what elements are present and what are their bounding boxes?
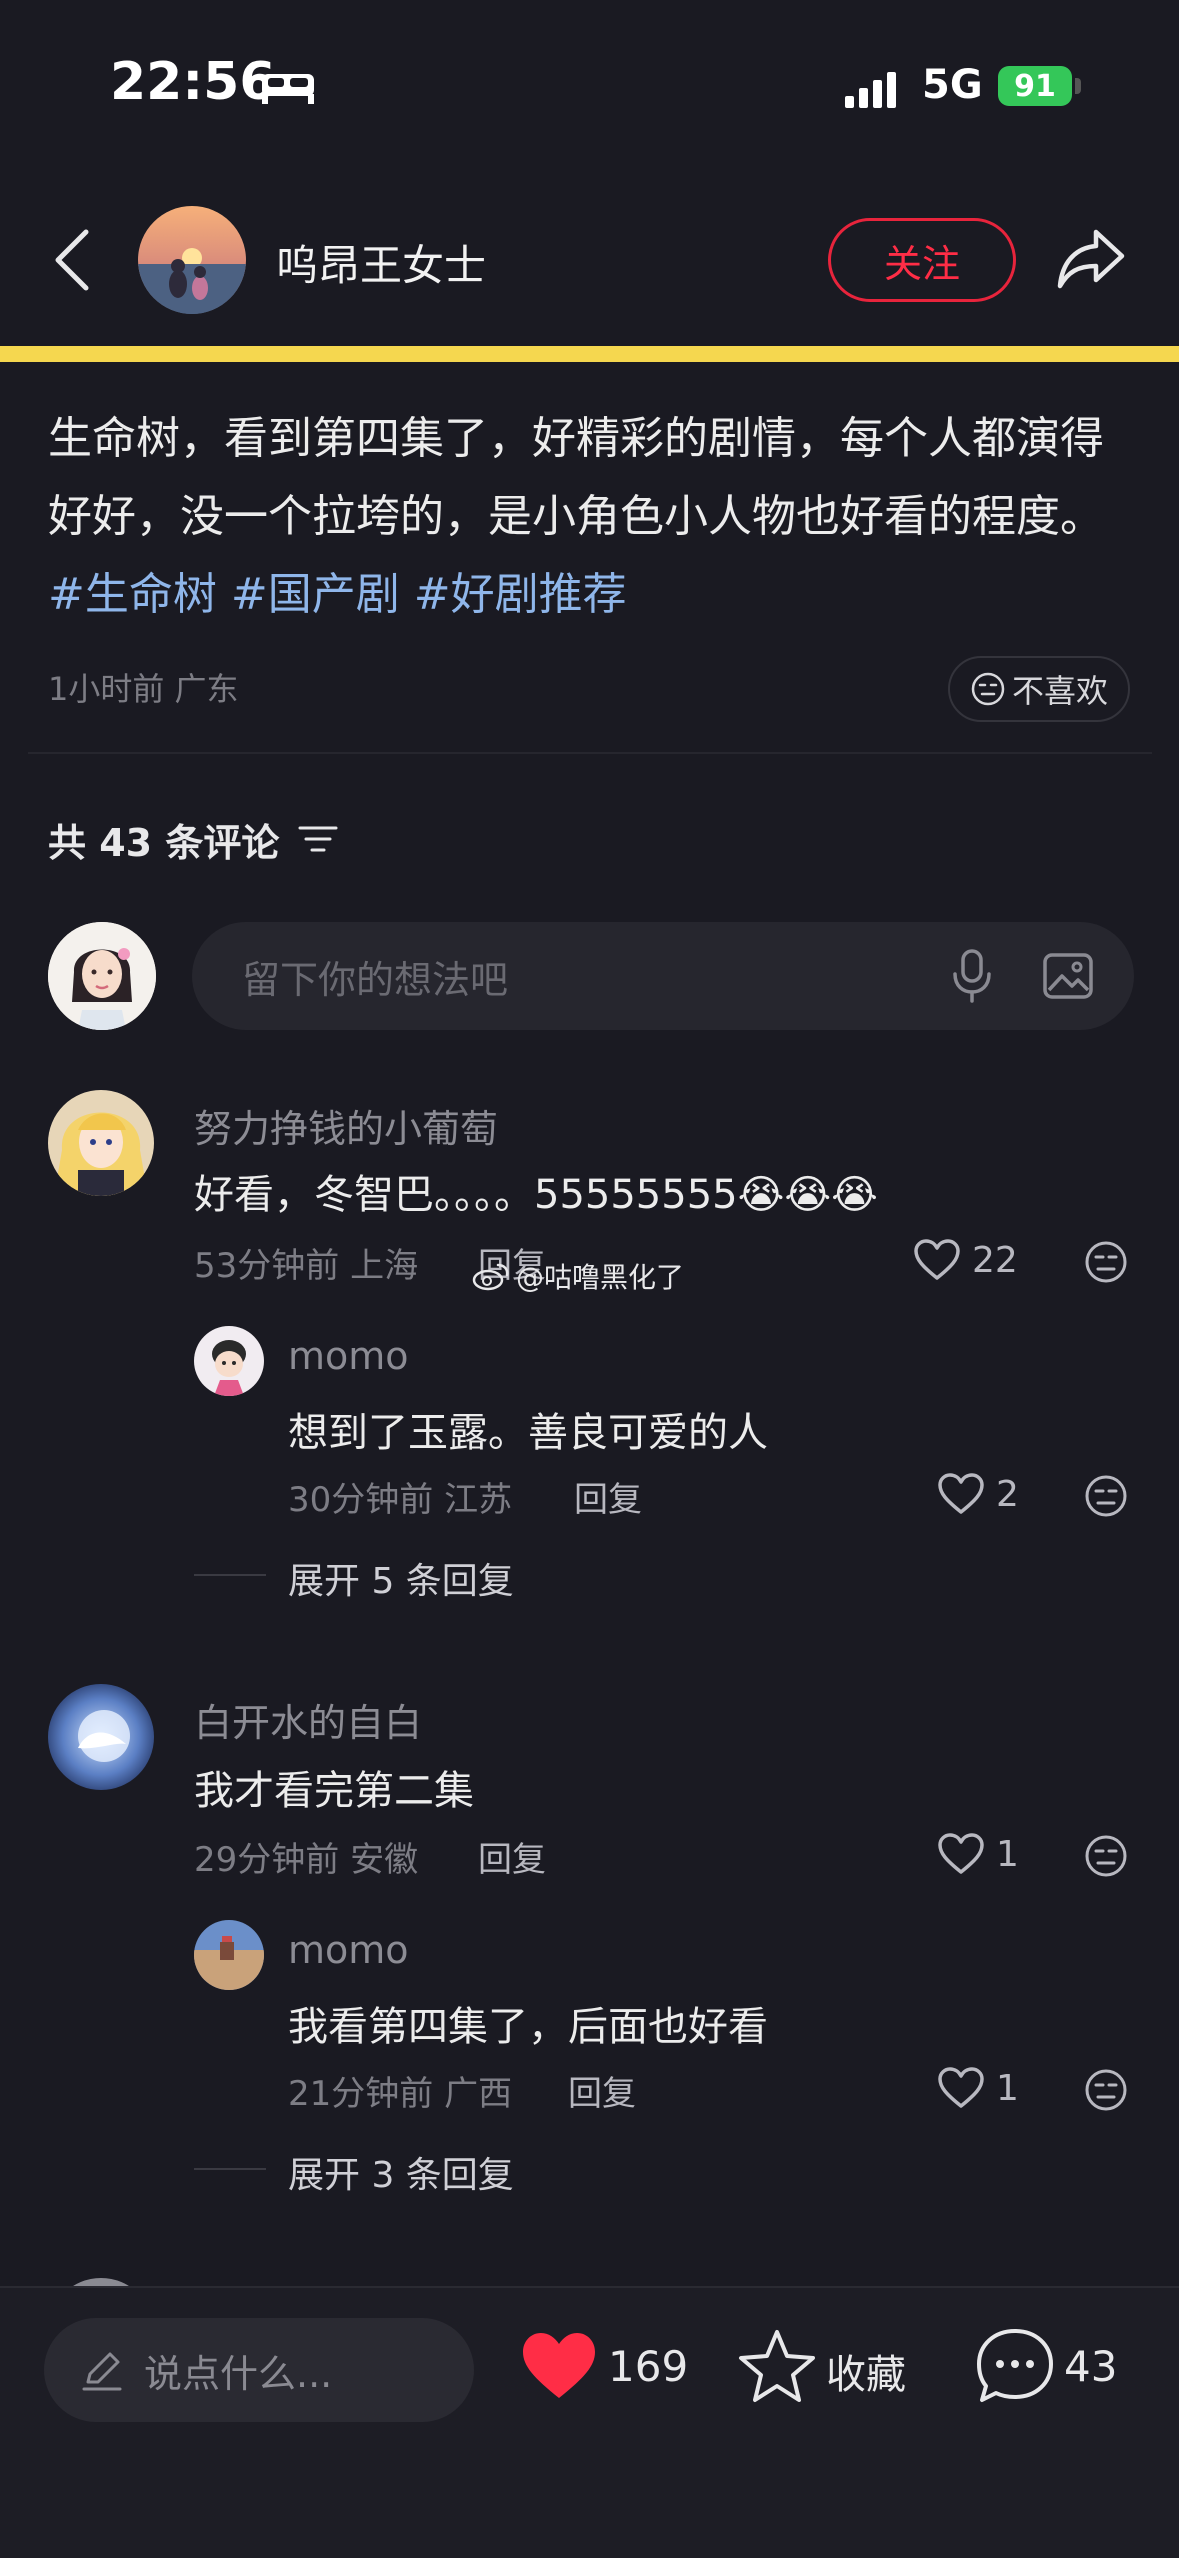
network-type: 5G xyxy=(922,62,983,108)
reply-location: 广西 xyxy=(444,2074,513,2114)
meh-face-icon[interactable] xyxy=(1084,1474,1128,1518)
sleep-mode-icon xyxy=(262,74,314,104)
heart-outline-icon[interactable] xyxy=(936,1832,986,1876)
my-avatar xyxy=(48,922,156,1030)
expand-replies-button[interactable]: 展开 5 条回复 xyxy=(288,1552,514,1604)
meh-face-icon[interactable] xyxy=(1084,1240,1128,1284)
reply-button[interactable]: 回复 xyxy=(478,1832,546,1881)
comment-count-label: 共 43 条评论 xyxy=(48,821,280,865)
comment-time: 53分钟前 xyxy=(194,1246,340,1286)
dislike-button[interactable]: 不喜欢 xyxy=(948,656,1130,722)
comment-location: 安徽 xyxy=(350,1840,419,1880)
status-bar: 22:56 5G 91 xyxy=(0,0,1179,150)
comment-body: 好看，冬智巴。。。。55555555 xyxy=(194,1172,738,1218)
reply-text: 想到了玉露。善良可爱的人 xyxy=(288,1410,768,1456)
commenter-avatar[interactable] xyxy=(48,1684,154,1790)
comment-text: 我才看完第二集 xyxy=(194,1768,474,1814)
weibo-icon xyxy=(472,1263,509,1291)
follow-button[interactable]: 关注 xyxy=(828,218,1016,302)
expand-replies-button[interactable]: 展开 3 条回复 xyxy=(288,2146,514,2198)
dislike-label: 不喜欢 xyxy=(1011,672,1108,710)
replier-name[interactable]: momo xyxy=(288,1928,409,1972)
microphone-icon[interactable] xyxy=(950,948,994,1004)
reply-time: 21分钟前 xyxy=(288,2074,434,2114)
status-time: 22:56 xyxy=(110,52,276,112)
expand-line xyxy=(194,1574,266,1576)
meh-face-icon[interactable] xyxy=(1084,2068,1128,2112)
comment-time: 29分钟前 xyxy=(194,1840,340,1880)
favorite-label[interactable]: 收藏 xyxy=(826,2342,906,2400)
meh-face-icon xyxy=(971,672,1005,706)
meh-face-icon[interactable] xyxy=(1084,1834,1128,1878)
post-text: 生命树，看到第四集了，好精彩的剧情，每个人都演得好好，没一个拉垮的，是小角色小人… xyxy=(48,400,1138,634)
commenter-avatar[interactable] xyxy=(48,1090,154,1196)
crying-emoji: 😭😭😭 xyxy=(737,1172,878,1218)
replier-name[interactable]: momo xyxy=(288,1334,409,1378)
battery-tip xyxy=(1075,78,1081,94)
hashtag[interactable]: #好剧推荐 xyxy=(414,569,627,620)
post-location: 广东 xyxy=(174,670,239,708)
watermark-text: @咕噜黑化了 xyxy=(516,1261,685,1294)
like-count: 2 xyxy=(996,1474,1019,1515)
commenter-name[interactable]: 努力挣钱的小葡萄 xyxy=(194,1098,498,1153)
reply-location: 江苏 xyxy=(444,1480,513,1520)
reply-time: 30分钟前 xyxy=(288,1480,434,1520)
post-meta: 1小时前 广东 xyxy=(48,664,239,710)
reply-button[interactable]: 回复 xyxy=(568,2066,636,2115)
watermark: @咕噜黑化了 xyxy=(472,1256,684,1296)
comment-meta: 29分钟前 安徽 xyxy=(194,1832,418,1881)
expand-line xyxy=(194,2168,266,2170)
header-accent-bar xyxy=(0,346,1179,362)
comment-location: 上海 xyxy=(350,1246,419,1286)
battery-level: 91 xyxy=(1014,68,1056,104)
hashtag[interactable]: #国产剧 xyxy=(231,569,400,620)
divider xyxy=(28,752,1152,754)
hashtag[interactable]: #生命树 xyxy=(48,569,217,620)
like-count: 1 xyxy=(996,2068,1019,2109)
comment-meta: 53分钟前 上海 xyxy=(194,1238,418,1287)
star-icon[interactable] xyxy=(738,2328,816,2404)
reply-meta: 30分钟前 江苏 xyxy=(288,1472,512,1521)
replier-avatar[interactable] xyxy=(194,1326,264,1396)
post-like-count: 169 xyxy=(608,2342,689,2391)
sort-filter-icon[interactable] xyxy=(298,822,338,856)
author-name[interactable]: 呜昂王女士 xyxy=(276,232,486,293)
heart-outline-icon[interactable] xyxy=(936,2066,986,2110)
image-icon[interactable] xyxy=(1042,952,1094,1000)
heart-outline-icon[interactable] xyxy=(936,1472,986,1516)
reply-meta: 21分钟前 广西 xyxy=(288,2066,512,2115)
like-count: 22 xyxy=(972,1240,1018,1281)
comment-bubble-icon[interactable] xyxy=(974,2326,1056,2406)
like-heart-icon[interactable] xyxy=(520,2330,598,2402)
comment-total-count: 43 xyxy=(1064,2342,1118,2391)
post-time: 1小时前 xyxy=(48,670,165,708)
replier-avatar[interactable] xyxy=(194,1920,264,1990)
signal-icon xyxy=(845,72,896,108)
comment-text: 好看，冬智巴。。。。55555555😭😭😭 xyxy=(194,1162,878,1220)
battery-indicator: 91 xyxy=(998,66,1072,106)
reply-text: 我看第四集了，后面也好看 xyxy=(288,2004,768,2050)
reply-button[interactable]: 回复 xyxy=(574,1472,642,1521)
author-avatar[interactable] xyxy=(138,206,246,314)
heart-outline-icon[interactable] xyxy=(912,1238,962,1282)
like-count: 1 xyxy=(996,1834,1019,1875)
pencil-icon xyxy=(82,2352,122,2391)
back-icon[interactable] xyxy=(52,228,92,292)
commenter-name[interactable]: 白开水的自白 xyxy=(194,1692,422,1747)
share-icon[interactable] xyxy=(1056,226,1126,292)
post-body: 生命树，看到第四集了，好精彩的剧情，每个人都演得好好，没一个拉垮的，是小角色小人… xyxy=(48,413,1104,542)
